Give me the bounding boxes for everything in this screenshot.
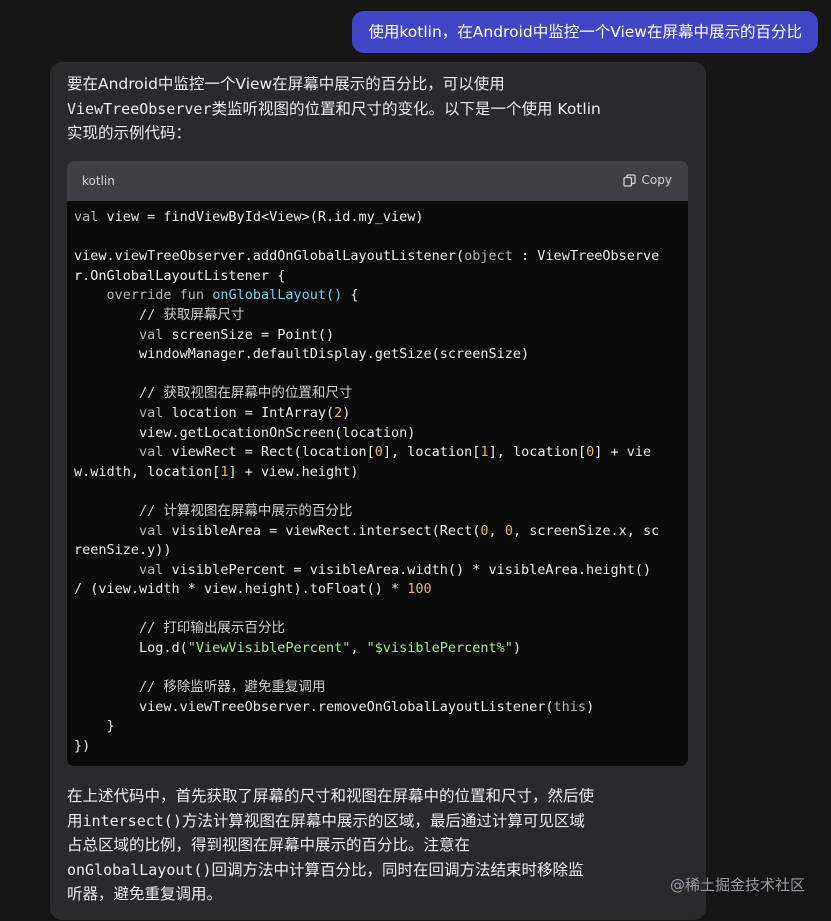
intro-text: 要在Android中监控一个View在屏幕中展示的百分比，可以使用 ViewTr…: [67, 72, 697, 146]
code-header: kotlin Copy: [67, 161, 688, 201]
code-line: val viewRect = Rect(location[0], locatio…: [139, 444, 652, 461]
copy-label: Copy: [641, 173, 672, 187]
copy-button[interactable]: Copy: [622, 173, 672, 187]
code-line: val screenSize = Point(): [139, 326, 335, 343]
code-line: // 获取视图在屏幕中的位置和尺寸: [139, 385, 353, 402]
inline-code: intersect(): [82, 811, 182, 830]
code-line: }): [74, 738, 91, 755]
code-line: view.viewTreeObserver.removeOnGlobalLayo…: [74, 698, 595, 715]
user-message: 使用kotlin，在Android中监控一个View在屏幕中展示的百分比: [352, 11, 818, 53]
code-line: view.getLocationOnScreen(location): [74, 424, 416, 441]
code-line: r.OnGlobalLayoutListener {: [74, 267, 286, 284]
code-block: kotlin Copy val view = findViewById<View…: [67, 161, 688, 766]
copy-icon: [622, 173, 636, 187]
code-line: / (view.width * view.height).toFloat() *…: [74, 581, 432, 598]
code-line: val visibleArea = viewRect.intersect(Rec…: [139, 522, 660, 539]
outro-text: 在上述代码中，首先获取了屏幕的尺寸和视图在屏幕中的位置和尺寸，然后使 用inte…: [67, 784, 697, 907]
watermark: @稀土掘金技术社区: [669, 876, 805, 894]
code-line: w.width, location[1] + view.height): [74, 463, 359, 480]
inline-code: ViewTreeObserver: [67, 99, 212, 118]
inline-code: onGlobalLayout(): [67, 860, 212, 879]
code-line: val visiblePercent = visibleArea.width()…: [139, 561, 652, 578]
code-line: reenSize.y)): [74, 542, 172, 559]
code-content: val view = findViewById<View>(R.id.my_vi…: [74, 208, 682, 757]
outro-line-4: onGlobalLayout()回调方法中计算百分比，同时在回调方法结束时移除监: [67, 860, 584, 879]
outro-line-2: 用intersect()方法计算视图在屏幕中展示的区域，最后通过计算可见区域: [67, 811, 585, 830]
code-line: val location = IntArray(2): [139, 404, 351, 421]
code-line: override fun onGlobalLayout() {: [106, 287, 359, 304]
code-line: val view = findViewById<View>(R.id.my_vi…: [74, 209, 424, 225]
code-language-label: kotlin: [82, 174, 115, 188]
code-line: // 获取屏幕尺寸: [139, 306, 245, 323]
code-line: // 计算视图在屏幕中展示的百分比: [139, 502, 353, 519]
code-line: Log.d("ViewVisiblePercent", "$visiblePer…: [74, 640, 522, 657]
code-line: // 移除监听器，避免重复调用: [139, 679, 326, 696]
intro-line-2: ViewTreeObserver类监听视图的位置和尺寸的变化。以下是一个使用 K…: [67, 99, 601, 118]
code-line: }: [74, 718, 115, 735]
intro-line-3: 实现的示例代码：: [67, 124, 192, 142]
code-line: view.viewTreeObserver.addOnGlobalLayoutL…: [74, 248, 660, 265]
assistant-message: 要在Android中监控一个View在屏幕中展示的百分比，可以使用 ViewTr…: [50, 62, 706, 920]
outro-line-3: 占总区域的比例，得到视图在屏幕中展示的百分比。注意在: [67, 836, 471, 854]
code-line: windowManager.defaultDisplay.getSize(scr…: [74, 346, 530, 363]
outro-line-1: 在上述代码中，首先获取了屏幕的尺寸和视图在屏幕中的位置和尺寸，然后使: [67, 787, 595, 805]
code-line: // 打印输出展示百分比: [139, 620, 285, 637]
intro-line-1: 要在Android中监控一个View在屏幕中展示的百分比，可以使用: [67, 75, 505, 93]
outro-line-5: 听器，避免重复调用。: [67, 885, 223, 903]
